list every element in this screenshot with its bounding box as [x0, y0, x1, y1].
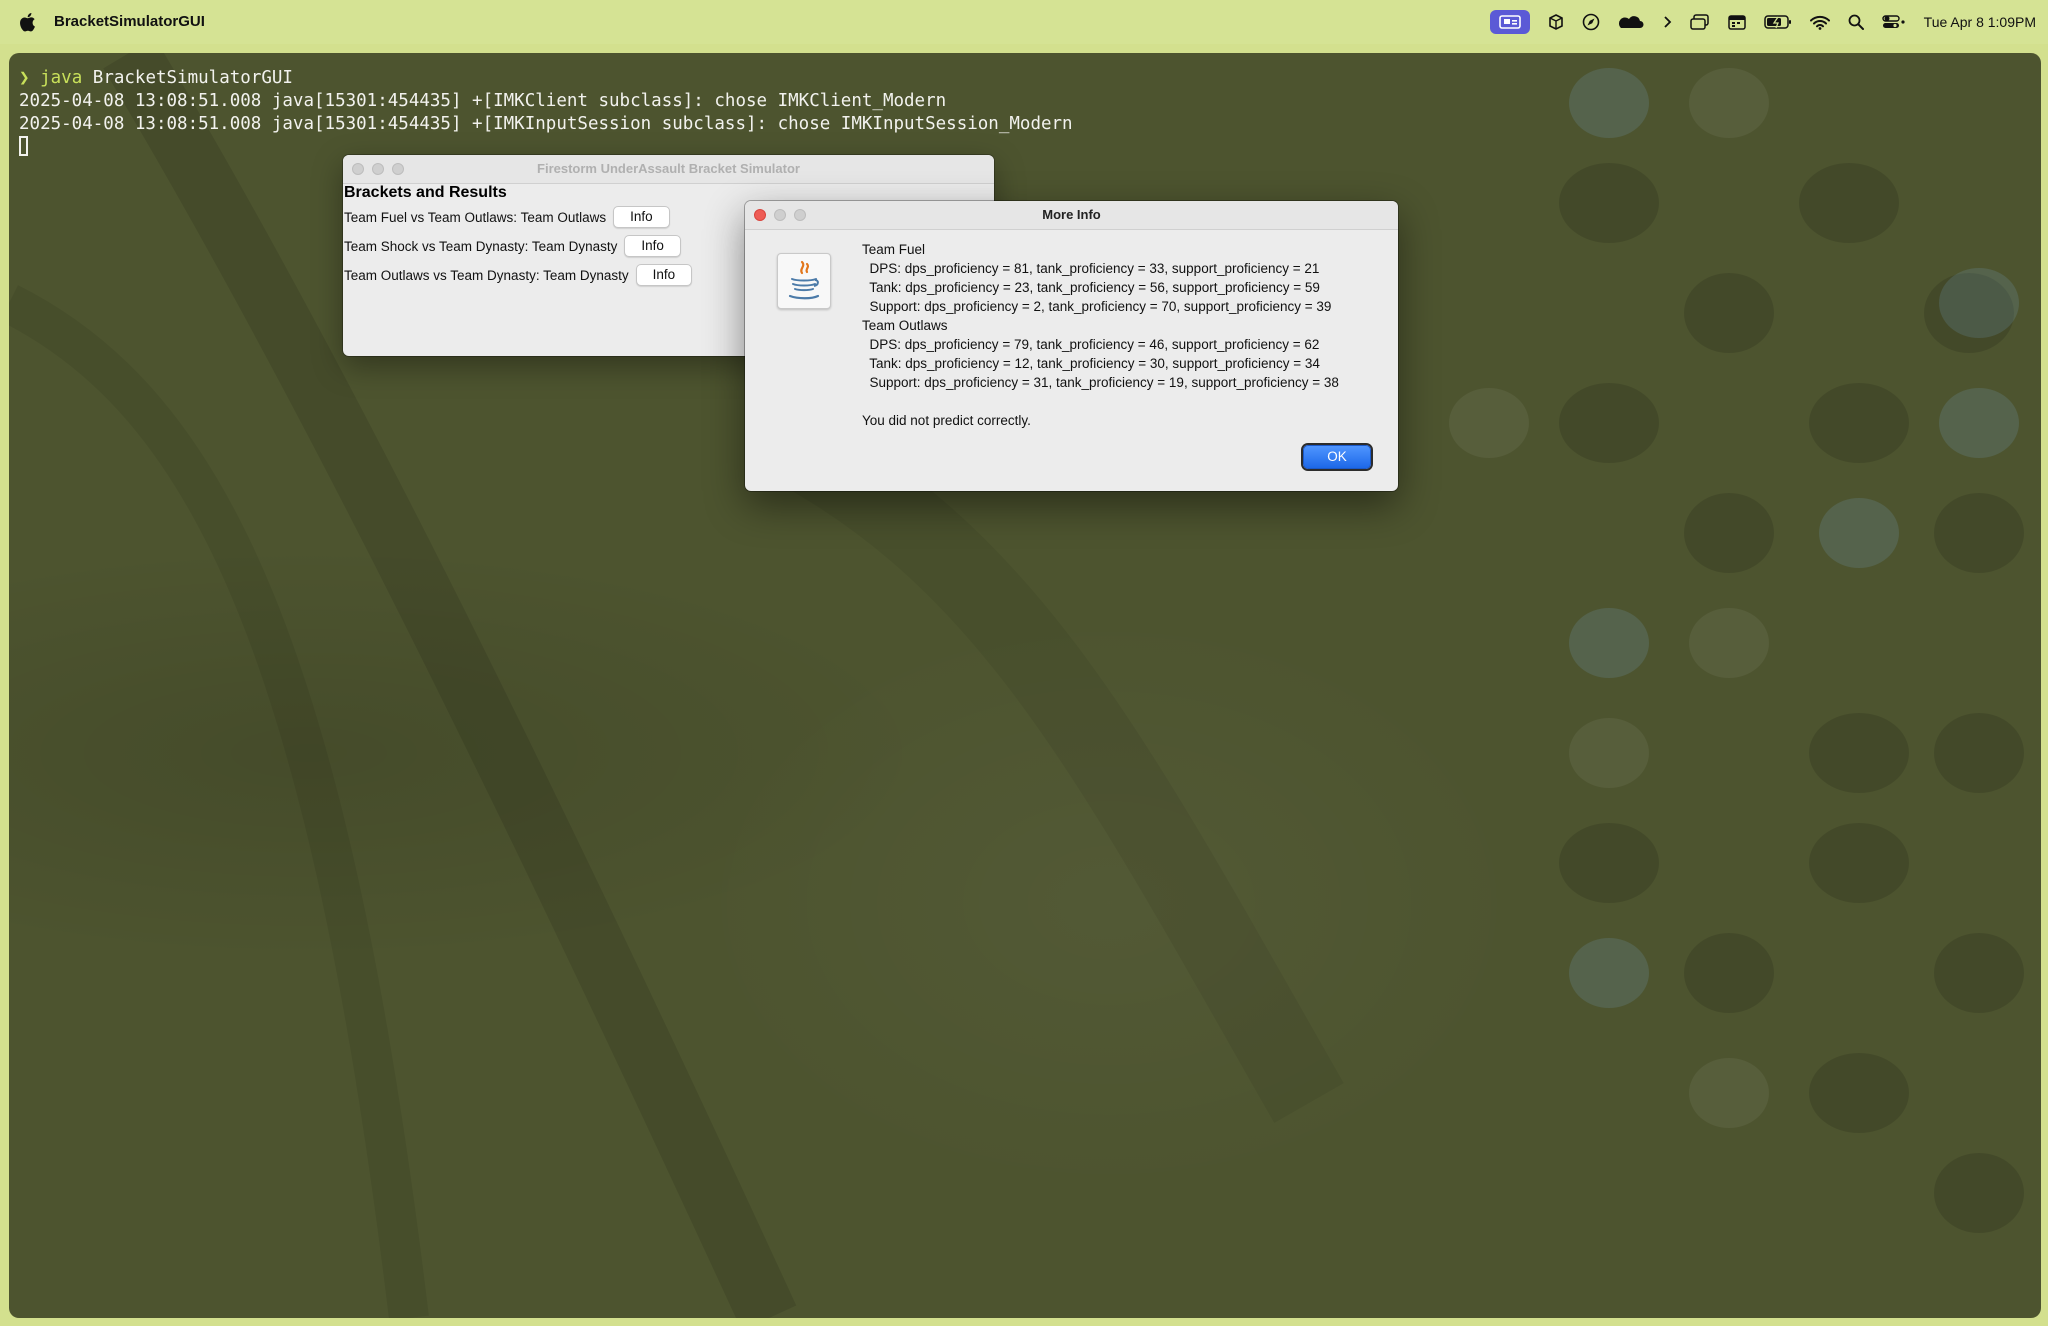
window-icon[interactable] [1689, 0, 1710, 44]
message-line: Support: dps_proficiency = 2, tank_profi… [862, 299, 1332, 314]
zoom-icon[interactable] [392, 163, 404, 175]
info-button[interactable]: Info [624, 235, 681, 257]
zoom-icon[interactable] [794, 209, 806, 221]
dialog-titlebar[interactable]: More Info [745, 201, 1398, 230]
ok-button[interactable]: OK [1303, 445, 1371, 469]
message-line: Tank: dps_proficiency = 12, tank_profici… [862, 356, 1320, 371]
java-logo-icon [777, 253, 831, 309]
calendar-icon[interactable] [1727, 0, 1746, 44]
message-line: Tank: dps_proficiency = 23, tank_profici… [862, 280, 1320, 295]
command-args: BracketSimulatorGUI [82, 68, 293, 88]
active-app-name[interactable]: BracketSimulatorGUI [54, 13, 205, 30]
status-tray: Tue Apr 8 1:09PM [1489, 0, 2036, 44]
close-icon[interactable] [754, 209, 766, 221]
screen-share-icon[interactable] [1489, 10, 1530, 34]
prompt-symbol: ❯ [19, 68, 30, 88]
box-icon[interactable] [1548, 0, 1564, 44]
control-center-icon[interactable] [1881, 0, 1906, 44]
bracket-row: Team Shock vs Team Dynasty: Team Dynasty… [344, 235, 681, 257]
bracket-result-text: Team Fuel vs Team Outlaws: Team Outlaws [344, 209, 607, 225]
bracket-result-text: Team Shock vs Team Dynasty: Team Dynasty [344, 238, 618, 254]
message-line: Support: dps_proficiency = 31, tank_prof… [862, 375, 1339, 390]
log-line-2: 2025-04-08 13:08:51.008 java[15301:45443… [19, 114, 1073, 134]
compass-icon[interactable] [1582, 0, 1600, 44]
battery-icon[interactable] [1763, 0, 1792, 44]
bracket-window-title: Firestorm UnderAssault Bracket Simulator [537, 161, 800, 176]
wifi-icon[interactable] [1809, 0, 1830, 44]
info-button[interactable]: Info [635, 264, 693, 286]
terminal-cursor [19, 136, 28, 156]
menubar-clock[interactable]: Tue Apr 8 1:09PM [1924, 14, 2036, 30]
minimize-icon[interactable] [372, 163, 384, 175]
message-line: Team Fuel [862, 242, 926, 257]
bracket-window-titlebar[interactable]: Firestorm UnderAssault Bracket Simulator [343, 155, 994, 184]
window-controls [754, 209, 806, 221]
apple-logo-icon[interactable] [18, 11, 36, 33]
prediction-result: You did not predict correctly. [862, 413, 1031, 428]
message-line: DPS: dps_proficiency = 81, tank_proficie… [862, 261, 1320, 276]
more-info-dialog[interactable]: More Info Team Fuel DPS: dps_proficiency… [745, 201, 1398, 491]
close-icon[interactable] [352, 163, 364, 175]
window-controls [352, 163, 404, 175]
bracket-result-text: Team Outlaws vs Team Dynasty: Team Dynas… [344, 267, 629, 283]
dialog-title: More Info [1042, 207, 1101, 222]
info-button[interactable]: Info [613, 206, 670, 228]
cloud-icon[interactable] [1618, 0, 1644, 44]
message-line: DPS: dps_proficiency = 79, tank_proficie… [862, 337, 1320, 352]
command-java: java [40, 68, 83, 88]
minimize-icon[interactable] [774, 209, 786, 221]
bracket-row: Team Outlaws vs Team Dynasty: Team Dynas… [344, 264, 693, 286]
bracket-row: Team Fuel vs Team Outlaws: Team Outlaws … [344, 206, 670, 228]
log-line-1: 2025-04-08 13:08:51.008 java[15301:45443… [19, 91, 947, 111]
message-line: Team Outlaws [862, 318, 948, 333]
search-icon[interactable] [1848, 0, 1864, 44]
chevron-right-icon[interactable] [1662, 0, 1672, 44]
menu-bar: BracketSimulatorGUI Tue Apr 8 1:09PM [0, 0, 2048, 44]
dialog-message: Team Fuel DPS: dps_proficiency = 81, tan… [862, 240, 1339, 430]
terminal-output: ❯ java BracketSimulatorGUI 2025-04-08 13… [19, 67, 1073, 159]
brackets-heading: Brackets and Results [344, 184, 507, 201]
